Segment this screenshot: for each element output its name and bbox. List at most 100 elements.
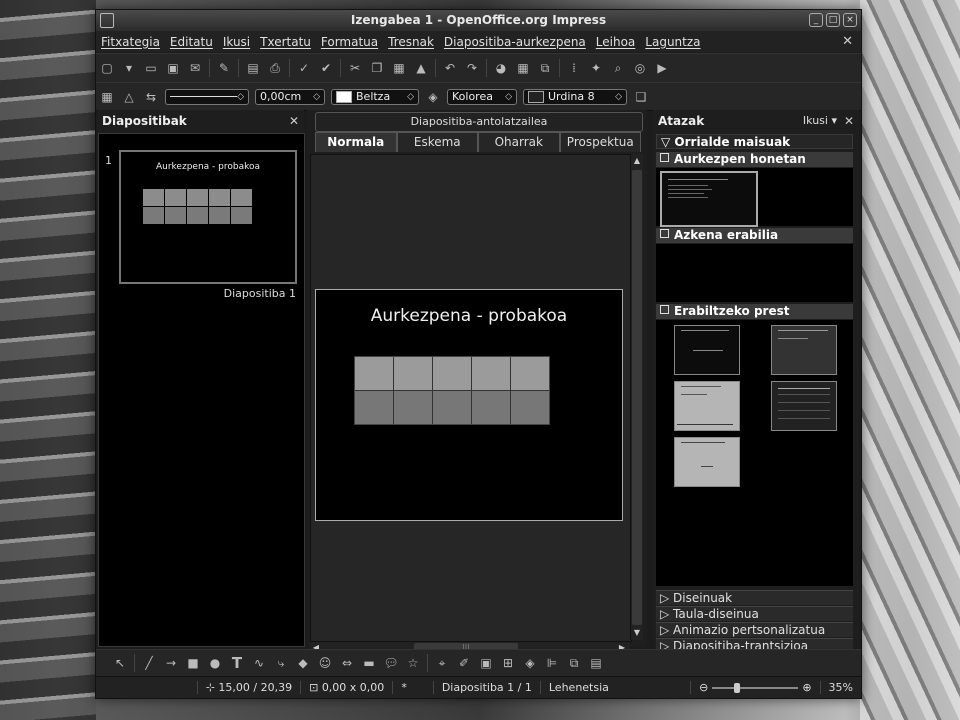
current-slide[interactable]: Aurkezpena - probakoa — [315, 289, 623, 521]
menu-help[interactable]: Laguntza — [640, 35, 705, 49]
chart-icon[interactable]: ◕ — [493, 60, 509, 76]
navigator-icon[interactable]: ✦ — [588, 60, 604, 76]
zoom-out-icon[interactable]: ⊖ — [699, 681, 708, 694]
close-window-button[interactable]: × — [843, 13, 857, 27]
menu-file[interactable]: Fitxategia — [96, 35, 165, 49]
rectangle-icon[interactable]: ■ — [185, 655, 201, 671]
basic-shapes-icon[interactable]: ◆ — [295, 655, 311, 671]
master-thumbnail[interactable] — [674, 437, 740, 487]
copy-icon[interactable]: ❐ — [369, 60, 385, 76]
format-paintbrush-icon[interactable]: ▲ — [413, 60, 429, 76]
zoom-control[interactable]: ⊖ ⊕ — [690, 681, 819, 694]
custom-animation-section[interactable]: ▷ Animazio pertsonalizatua — [656, 622, 853, 637]
master-thumbnail[interactable] — [674, 381, 740, 431]
zoom-icon[interactable]: ⌕ — [610, 60, 626, 76]
line-width-field[interactable]: 0,00cm ◇ — [255, 88, 325, 105]
slide-title[interactable]: Aurkezpena - probakoa — [316, 306, 622, 326]
undo-icon[interactable]: ↶ — [442, 60, 458, 76]
curve-icon[interactable]: ∿ — [251, 655, 267, 671]
table-icon[interactable]: ▦ — [515, 60, 531, 76]
help-icon[interactable]: ◎ — [632, 60, 648, 76]
autospellcheck-icon[interactable]: ✔ — [318, 60, 334, 76]
email-icon[interactable]: ✉ — [187, 60, 203, 76]
tab-notes[interactable]: Oharrak — [478, 132, 560, 152]
recently-used-header[interactable]: Azkena erabilia — [656, 228, 853, 243]
slide-sorter-tab[interactable]: Diapositiba-antolatzailea — [315, 112, 643, 132]
menu-tools[interactable]: Tresnak — [383, 35, 439, 49]
master-thumbnail[interactable] — [771, 381, 837, 431]
align-icon[interactable]: ⊫ — [544, 655, 560, 671]
symbol-shapes-icon[interactable]: ☺ — [317, 655, 333, 671]
tab-outline[interactable]: Eskema — [396, 132, 478, 152]
title-bar[interactable]: Izengabea 1 - OpenOffice.org Impress _ □… — [96, 10, 861, 31]
slideshow-icon[interactable]: ▶ — [654, 60, 670, 76]
area-fill-icon[interactable]: ◈ — [425, 89, 441, 105]
master-thumbnail[interactable] — [660, 171, 758, 227]
redo-icon[interactable]: ↷ — [464, 60, 480, 76]
print-icon[interactable]: ⎙ — [267, 60, 283, 76]
available-header[interactable]: Erabiltzeko prest — [656, 304, 853, 319]
arrange-icon[interactable]: ⧉ — [566, 655, 582, 671]
master-thumbnail[interactable] — [771, 325, 837, 375]
slide-thumbnail[interactable]: Aurkezpena - probakoa — [119, 150, 297, 284]
glue-points-icon[interactable]: ✐ — [456, 655, 472, 671]
tasks-view-menu[interactable]: Ikusi ▾ — [803, 110, 837, 132]
vertical-scrollbar[interactable]: ▲ ▼ — [630, 154, 643, 640]
master-thumbnail[interactable] — [674, 325, 740, 375]
minimize-button[interactable]: _ — [809, 13, 823, 27]
tab-handout[interactable]: Prospektua — [559, 132, 641, 152]
area-color-select[interactable]: Urdina 8 ◇ — [523, 88, 627, 105]
close-tasks-pane-icon[interactable]: ✕ — [844, 110, 854, 132]
cut-icon[interactable]: ✂ — [347, 60, 363, 76]
menu-format[interactable]: Formatua — [316, 35, 383, 49]
line-style-select[interactable]: ◇ — [165, 88, 249, 105]
select-pointer-icon[interactable]: ↖ — [112, 655, 128, 671]
gallery-icon[interactable]: ⊞ — [500, 655, 516, 671]
shadow-icon[interactable]: ❑ — [633, 89, 649, 105]
block-arrows-icon[interactable]: ⇔ — [339, 655, 355, 671]
line-tool-icon[interactable]: ╱ — [141, 655, 157, 671]
export-pdf-icon[interactable]: ▤ — [245, 60, 261, 76]
extrusion-icon[interactable]: ▤ — [588, 655, 604, 671]
spellcheck-icon[interactable]: ✓ — [296, 60, 312, 76]
save-icon[interactable]: ▣ — [165, 60, 181, 76]
paste-icon[interactable]: ▦ — [391, 60, 407, 76]
master-pages-header[interactable]: ▽ Orrialde maisuak — [656, 134, 853, 149]
ellipse-icon[interactable]: ● — [207, 655, 223, 671]
modified-indicator[interactable]: * — [392, 681, 415, 694]
from-file-icon[interactable]: ▣ — [478, 655, 494, 671]
close-document-icon[interactable]: ✕ — [842, 34, 853, 49]
slide-table[interactable] — [354, 356, 550, 425]
tab-normal[interactable]: Normala — [315, 132, 397, 152]
line-icon[interactable]: △ — [121, 89, 137, 105]
dropdown-arrow-icon[interactable]: ▾ — [121, 60, 137, 76]
menu-window[interactable]: Leihoa — [591, 35, 641, 49]
arrow-style-icon[interactable]: ⇆ — [143, 89, 159, 105]
app-icon[interactable] — [100, 13, 114, 28]
arrow-line-icon[interactable]: → — [163, 655, 179, 671]
callouts-icon[interactable]: 💬︎ — [383, 655, 399, 671]
stars-icon[interactable]: ☆ — [405, 655, 421, 671]
designs-section[interactable]: ▷ Diseinuak — [656, 590, 853, 605]
rotate-icon[interactable]: ◈ — [522, 655, 538, 671]
zoom-slider[interactable] — [712, 682, 799, 693]
points-icon[interactable]: ⌖ — [434, 655, 450, 671]
display-views-icon[interactable]: ▦ — [99, 89, 115, 105]
scroll-up-icon[interactable]: ▲ — [631, 156, 643, 168]
open-icon[interactable]: ▭ — [143, 60, 159, 76]
text-tool-icon[interactable]: T — [229, 655, 245, 671]
flowchart-icon[interactable]: ▬ — [361, 655, 377, 671]
connector-icon[interactable]: ⤷ — [273, 655, 289, 671]
new-document-icon[interactable]: ▢ — [99, 60, 115, 76]
used-in-presentation-header[interactable]: Aurkezpen honetan erabilia — [656, 152, 853, 181]
slide-canvas-area[interactable]: Aurkezpena - probakoa — [310, 154, 632, 642]
close-slides-pane-icon[interactable]: ✕ — [289, 110, 299, 132]
menu-slideshow[interactable]: Diapositiba-aurkezpena — [439, 35, 591, 49]
zoom-level[interactable]: 35% — [819, 681, 861, 694]
menu-view[interactable]: Ikusi — [218, 35, 255, 49]
zoom-in-icon[interactable]: ⊕ — [802, 681, 811, 694]
menu-insert[interactable]: Txertatu — [255, 35, 316, 49]
area-style-select[interactable]: Kolorea ◇ — [447, 88, 517, 105]
grid-icon[interactable]: ⁞ — [566, 60, 582, 76]
maximize-button[interactable]: □ — [826, 13, 840, 27]
